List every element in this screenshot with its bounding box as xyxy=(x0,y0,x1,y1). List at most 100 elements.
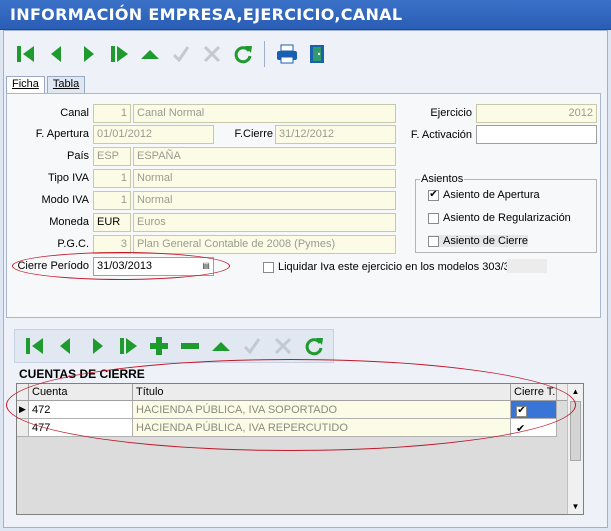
header-indicator xyxy=(17,384,29,401)
liquidar-iva-box xyxy=(263,261,274,273)
row-cierre-cell[interactable]: ✔ xyxy=(511,419,557,437)
asiento-cierre-checkbox[interactable]: Asiento de Cierre xyxy=(428,235,528,247)
grid-delete-button[interactable] xyxy=(174,332,205,360)
canal-code-field[interactable]: 1 xyxy=(93,104,131,123)
last-record-icon xyxy=(119,338,137,354)
pgc-code-field[interactable]: 3 xyxy=(93,235,131,254)
cancel-button[interactable] xyxy=(196,40,227,68)
asiento-apertura-checkbox[interactable]: ✔ Asiento de Apertura xyxy=(428,189,540,201)
confirm-button[interactable] xyxy=(165,40,196,68)
pgc-name-field[interactable]: Plan General Contable de 2008 (Pymes) xyxy=(133,235,396,254)
asiento-regularizacion-checkbox[interactable]: Asiento de Regularización xyxy=(428,212,571,224)
scroll-thumb[interactable] xyxy=(570,401,581,461)
refresh-icon xyxy=(305,338,323,356)
grid-next-record-button[interactable] xyxy=(81,332,112,360)
f-cierre-field[interactable]: 31/12/2012 xyxy=(275,125,396,144)
confirm-check-icon xyxy=(243,338,260,355)
row-cuenta[interactable]: 472 xyxy=(29,401,133,419)
ejercicio-label: Ejercicio xyxy=(430,107,472,119)
asiento-regularizacion-label: Asiento de Regularización xyxy=(443,212,571,224)
liquidar-iva-checkbox[interactable]: Liquidar Iva este ejercicio en los model… xyxy=(263,261,522,273)
row-titulo[interactable]: HACIENDA PÚBLICA, IVA SOPORTADO xyxy=(133,401,511,419)
window-title: INFORMACIÓN EMPRESA,EJERCICIO,CANAL xyxy=(10,5,403,24)
grid-first-record-button[interactable] xyxy=(19,332,50,360)
modo-iva-name-field[interactable]: Normal xyxy=(133,191,396,210)
grid-toolbar xyxy=(14,329,334,363)
exit-button[interactable] xyxy=(302,40,333,68)
moneda-code-field[interactable]: EUR xyxy=(93,213,131,232)
previous-record-icon xyxy=(50,46,61,62)
f-activacion-label: F. Activación xyxy=(410,129,472,141)
scroll-down-icon[interactable]: ▼ xyxy=(568,499,583,514)
cierre-periodo-label: Cierre Período xyxy=(17,260,89,272)
cancel-x-icon xyxy=(203,45,220,63)
liquidar-iva-label: Liquidar Iva este ejercicio en los model… xyxy=(278,261,522,273)
refresh-icon xyxy=(234,46,252,64)
tab-tabla-label: Tabla xyxy=(52,78,80,90)
f-cierre-label: F.Cierre xyxy=(234,128,273,140)
asientos-group: Asientos ✔ Asiento de Apertura Asiento d… xyxy=(415,173,597,253)
next-record-button[interactable] xyxy=(72,40,103,68)
canal-name-field[interactable]: Canal Normal xyxy=(133,104,396,123)
previous-record-button[interactable] xyxy=(41,40,72,68)
modo-iva-code-field[interactable]: 1 xyxy=(93,191,131,210)
scroll-up-icon[interactable]: ▲ xyxy=(568,384,583,399)
header-cierre[interactable]: Cierre T. xyxy=(511,384,557,401)
last-record-icon xyxy=(110,46,128,62)
row-cierre-cell[interactable]: ✔ xyxy=(511,401,557,419)
cierre-periodo-field[interactable]: 31/03/2013 xyxy=(93,257,214,276)
refresh-button[interactable] xyxy=(227,40,258,68)
first-record-icon xyxy=(16,46,34,62)
next-record-icon xyxy=(92,338,103,354)
grid-confirm-button[interactable] xyxy=(236,332,267,360)
grid-last-record-button[interactable] xyxy=(112,332,143,360)
row-cierre-check-icon[interactable]: ✔ xyxy=(516,423,525,435)
first-record-button[interactable] xyxy=(10,40,41,68)
tab-tabla[interactable]: Tabla xyxy=(46,76,86,94)
f-activacion-field[interactable] xyxy=(476,125,597,144)
pais-code-field[interactable]: ESP xyxy=(93,147,131,166)
cierre-periodo-value: 31/03/2013 xyxy=(97,260,153,272)
pais-name-field[interactable]: ESPAÑA xyxy=(133,147,396,166)
move-up-icon xyxy=(140,50,159,59)
tipo-iva-name-field[interactable]: Normal xyxy=(133,169,396,188)
toolbar-separator xyxy=(264,41,265,67)
grid-previous-record-button[interactable] xyxy=(50,332,81,360)
asiento-regularizacion-box xyxy=(428,212,439,224)
tab-strip: Ficha Tabla xyxy=(6,76,87,95)
f-apertura-field[interactable]: 01/01/2012 xyxy=(93,125,214,144)
grid-cancel-button[interactable] xyxy=(267,332,298,360)
grid-move-up-button[interactable] xyxy=(205,332,236,360)
print-button[interactable] xyxy=(271,40,302,68)
row-cuenta[interactable]: 477 xyxy=(29,419,133,437)
moneda-name-field[interactable]: Euros xyxy=(133,213,396,232)
grid-add-button[interactable] xyxy=(143,332,174,360)
cancel-x-icon xyxy=(274,337,291,355)
first-record-icon xyxy=(25,338,43,354)
ficha-panel: Canal 1 Canal Normal Ejercicio 2012 F. A… xyxy=(6,93,601,318)
liquidar-iva-spacer xyxy=(507,259,547,273)
calendar-icon[interactable]: ▤ xyxy=(201,260,211,272)
last-record-button[interactable] xyxy=(103,40,134,68)
asientos-legend: Asientos xyxy=(420,173,465,185)
grid-vertical-scrollbar[interactable]: ▲ ▼ xyxy=(567,384,583,514)
tipo-iva-code-field[interactable]: 1 xyxy=(93,169,131,188)
add-plus-icon xyxy=(149,337,168,355)
pais-label: País xyxy=(66,150,89,162)
header-cuenta[interactable]: Cuenta xyxy=(29,384,133,401)
tab-ficha-label: Ficha xyxy=(12,78,39,90)
exit-door-icon xyxy=(309,45,324,63)
table-row[interactable]: ▶ 472 HACIENDA PÚBLICA, IVA SOPORTADO ✔ xyxy=(17,401,568,419)
table-row[interactable]: 477 HACIENDA PÚBLICA, IVA REPERCUTIDO ✔ xyxy=(17,419,568,437)
header-titulo[interactable]: Título xyxy=(133,384,511,401)
moneda-label: Moneda xyxy=(49,216,89,228)
asiento-apertura-label: Asiento de Apertura xyxy=(443,189,540,201)
row-indicator xyxy=(17,419,29,437)
current-row-indicator-icon: ▶ xyxy=(17,401,29,419)
grid-title: CUENTAS DE CIERRE xyxy=(19,367,145,381)
ejercicio-field[interactable]: 2012 xyxy=(476,104,597,123)
row-cierre-checkbox[interactable]: ✔ xyxy=(516,405,527,417)
move-up-button[interactable] xyxy=(134,40,165,68)
row-titulo[interactable]: HACIENDA PÚBLICA, IVA REPERCUTIDO xyxy=(133,419,511,437)
grid-refresh-button[interactable] xyxy=(298,332,329,360)
